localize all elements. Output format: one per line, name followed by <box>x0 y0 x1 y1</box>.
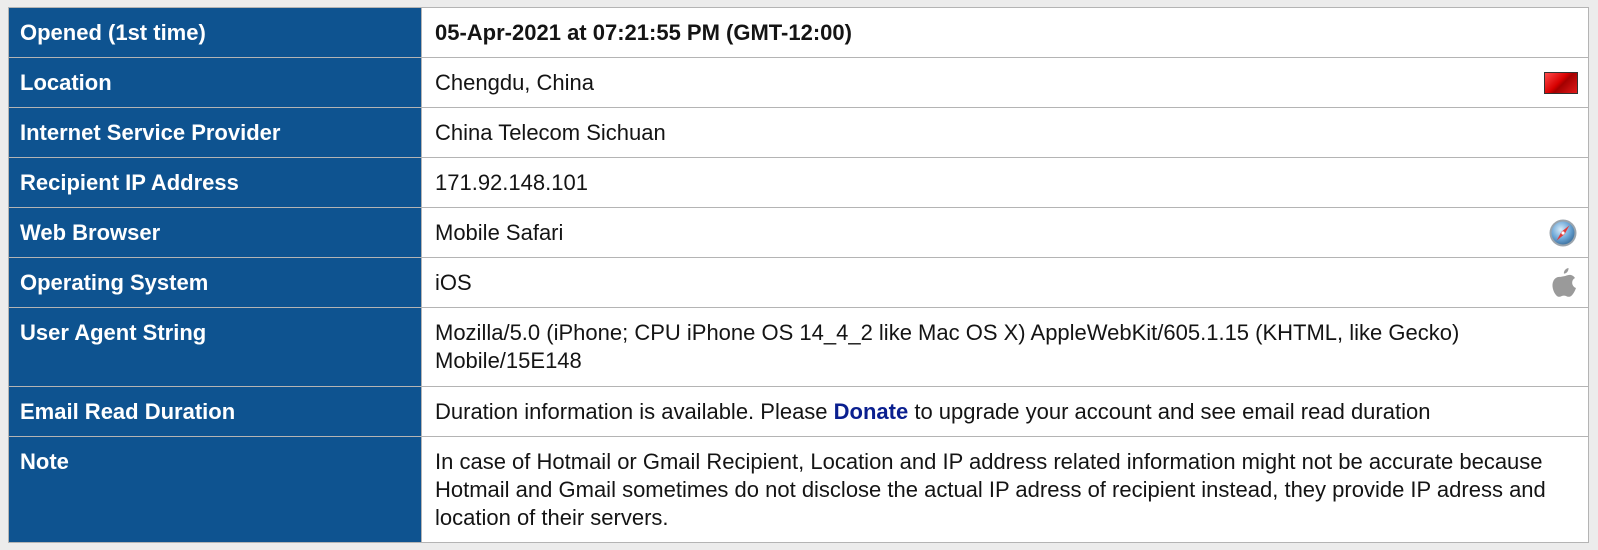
note-label: Note <box>8 436 422 543</box>
table-row-location: Location Chengdu, China <box>8 57 1589 108</box>
table-row-duration: Email Read Duration Duration information… <box>8 386 1589 437</box>
safari-icon <box>1549 219 1577 246</box>
browser-cell: Mobile Safari <box>421 207 1589 258</box>
location-value: Chengdu, China <box>435 70 595 95</box>
opened-label: Opened (1st time) <box>8 7 422 58</box>
tracking-info-table: Opened (1st time) 05-Apr-2021 at 07:21:5… <box>8 7 1589 543</box>
duration-label: Email Read Duration <box>8 386 422 437</box>
table-row-os: Operating System iOS <box>8 257 1589 308</box>
duration-cell: Duration information is available. Pleas… <box>421 386 1589 437</box>
browser-value: Mobile Safari <box>435 220 564 245</box>
duration-text-after: to upgrade your account and see email re… <box>908 399 1431 424</box>
os-label: Operating System <box>8 257 422 308</box>
table-row-user-agent: User Agent String Mozilla/5.0 (iPhone; C… <box>8 307 1589 387</box>
isp-label: Internet Service Provider <box>8 107 422 158</box>
location-cell: Chengdu, China <box>421 57 1589 108</box>
email-tracking-details-panel: Opened (1st time) 05-Apr-2021 at 07:21:5… <box>8 7 1589 543</box>
user-agent-label: User Agent String <box>8 307 422 387</box>
user-agent-value: Mozilla/5.0 (iPhone; CPU iPhone OS 14_4_… <box>421 307 1589 387</box>
donate-link[interactable]: Donate <box>834 399 909 424</box>
table-row-browser: Web Browser Mobile Safari <box>8 207 1589 258</box>
ip-value: 171.92.148.101 <box>421 157 1589 208</box>
opened-value: 05-Apr-2021 at 07:21:55 PM (GMT-12:00) <box>421 7 1589 58</box>
note-value: In case of Hotmail or Gmail Recipient, L… <box>421 436 1589 543</box>
location-label: Location <box>8 57 422 108</box>
os-value: iOS <box>435 270 472 295</box>
os-cell: iOS <box>421 257 1589 308</box>
table-row-opened: Opened (1st time) 05-Apr-2021 at 07:21:5… <box>8 7 1589 58</box>
ip-label: Recipient IP Address <box>8 157 422 208</box>
duration-text-before: Duration information is available. Pleas… <box>435 399 834 424</box>
apple-icon <box>1552 267 1576 297</box>
table-row-isp: Internet Service Provider China Telecom … <box>8 107 1589 158</box>
isp-value: China Telecom Sichuan <box>421 107 1589 158</box>
browser-label: Web Browser <box>8 207 422 258</box>
china-flag-icon <box>1544 71 1578 94</box>
table-row-ip: Recipient IP Address 171.92.148.101 <box>8 157 1589 208</box>
table-row-note: Note In case of Hotmail or Gmail Recipie… <box>8 436 1589 543</box>
